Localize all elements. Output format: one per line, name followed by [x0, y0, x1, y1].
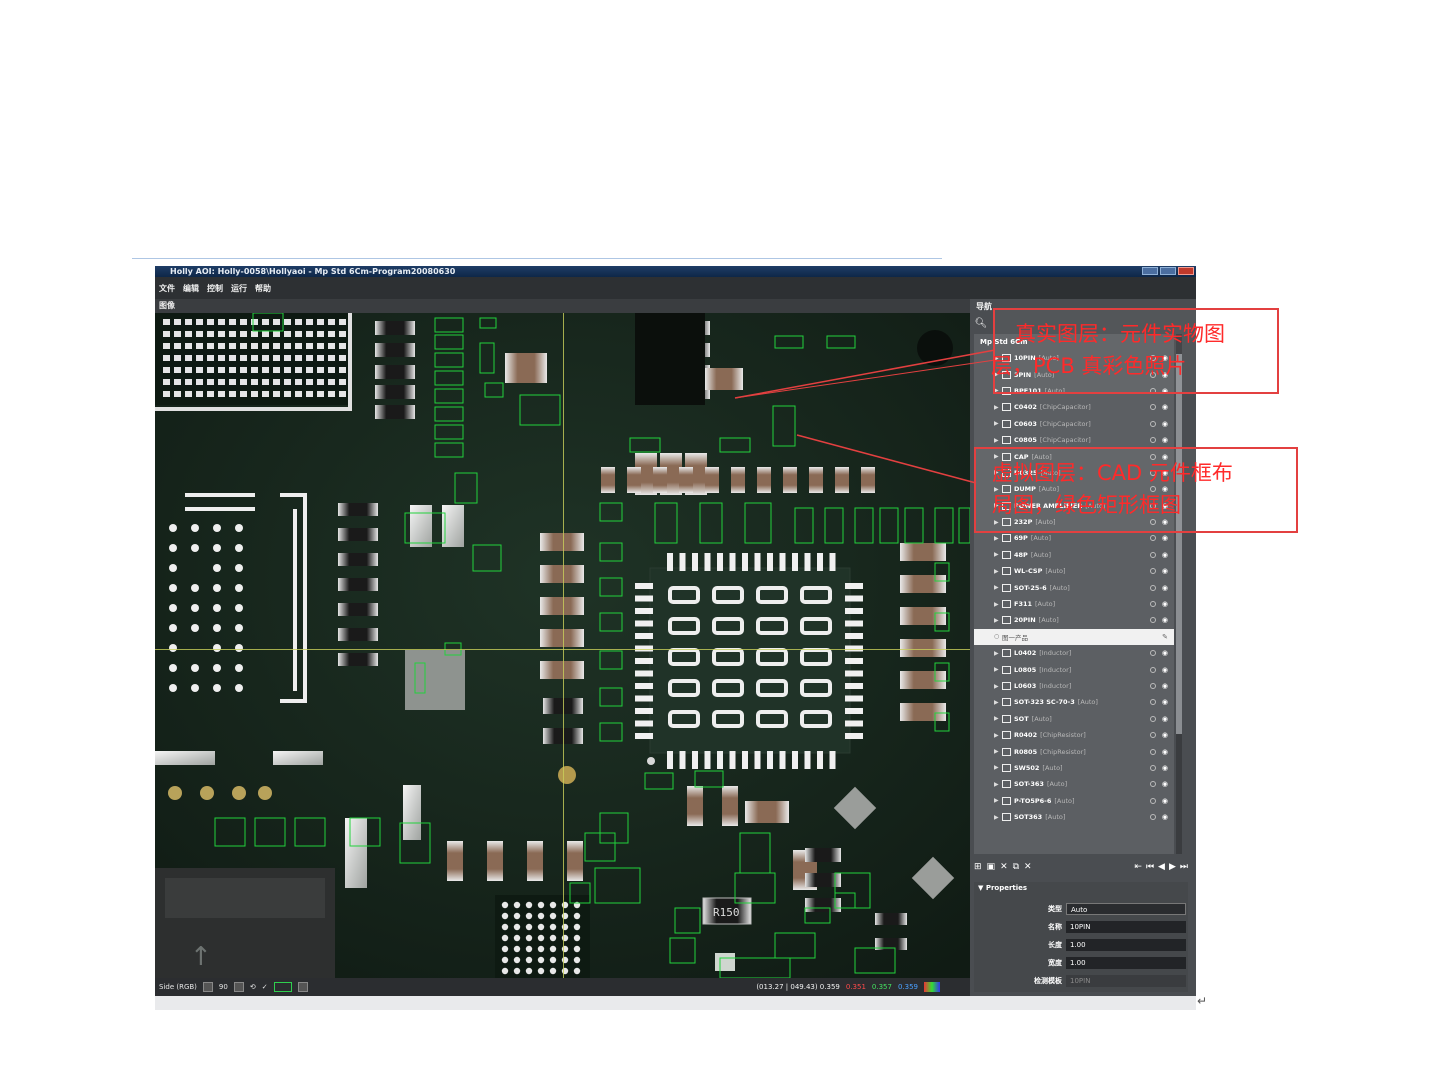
annotation-real-layer: 真实图层：元件实物图 层，PCB 真彩色照片: [991, 308, 1279, 394]
annotation-virtual-line2: 局图，绿色矩形框图: [992, 493, 1181, 517]
annotation-leaders: [734, 349, 996, 484]
annotation-real-line1: 真实图层：元件实物图: [1015, 322, 1225, 346]
annotation-virtual-line1: 虚拟图层：CAD 元件框布: [992, 461, 1233, 485]
annotation-real-line2: 层，PCB 真彩色照片: [991, 354, 1187, 378]
return-mark-icon: ↵: [1197, 994, 1208, 1008]
annotation-virtual-layer: 虚拟图层：CAD 元件框布 局图，绿色矩形框图: [974, 447, 1298, 533]
